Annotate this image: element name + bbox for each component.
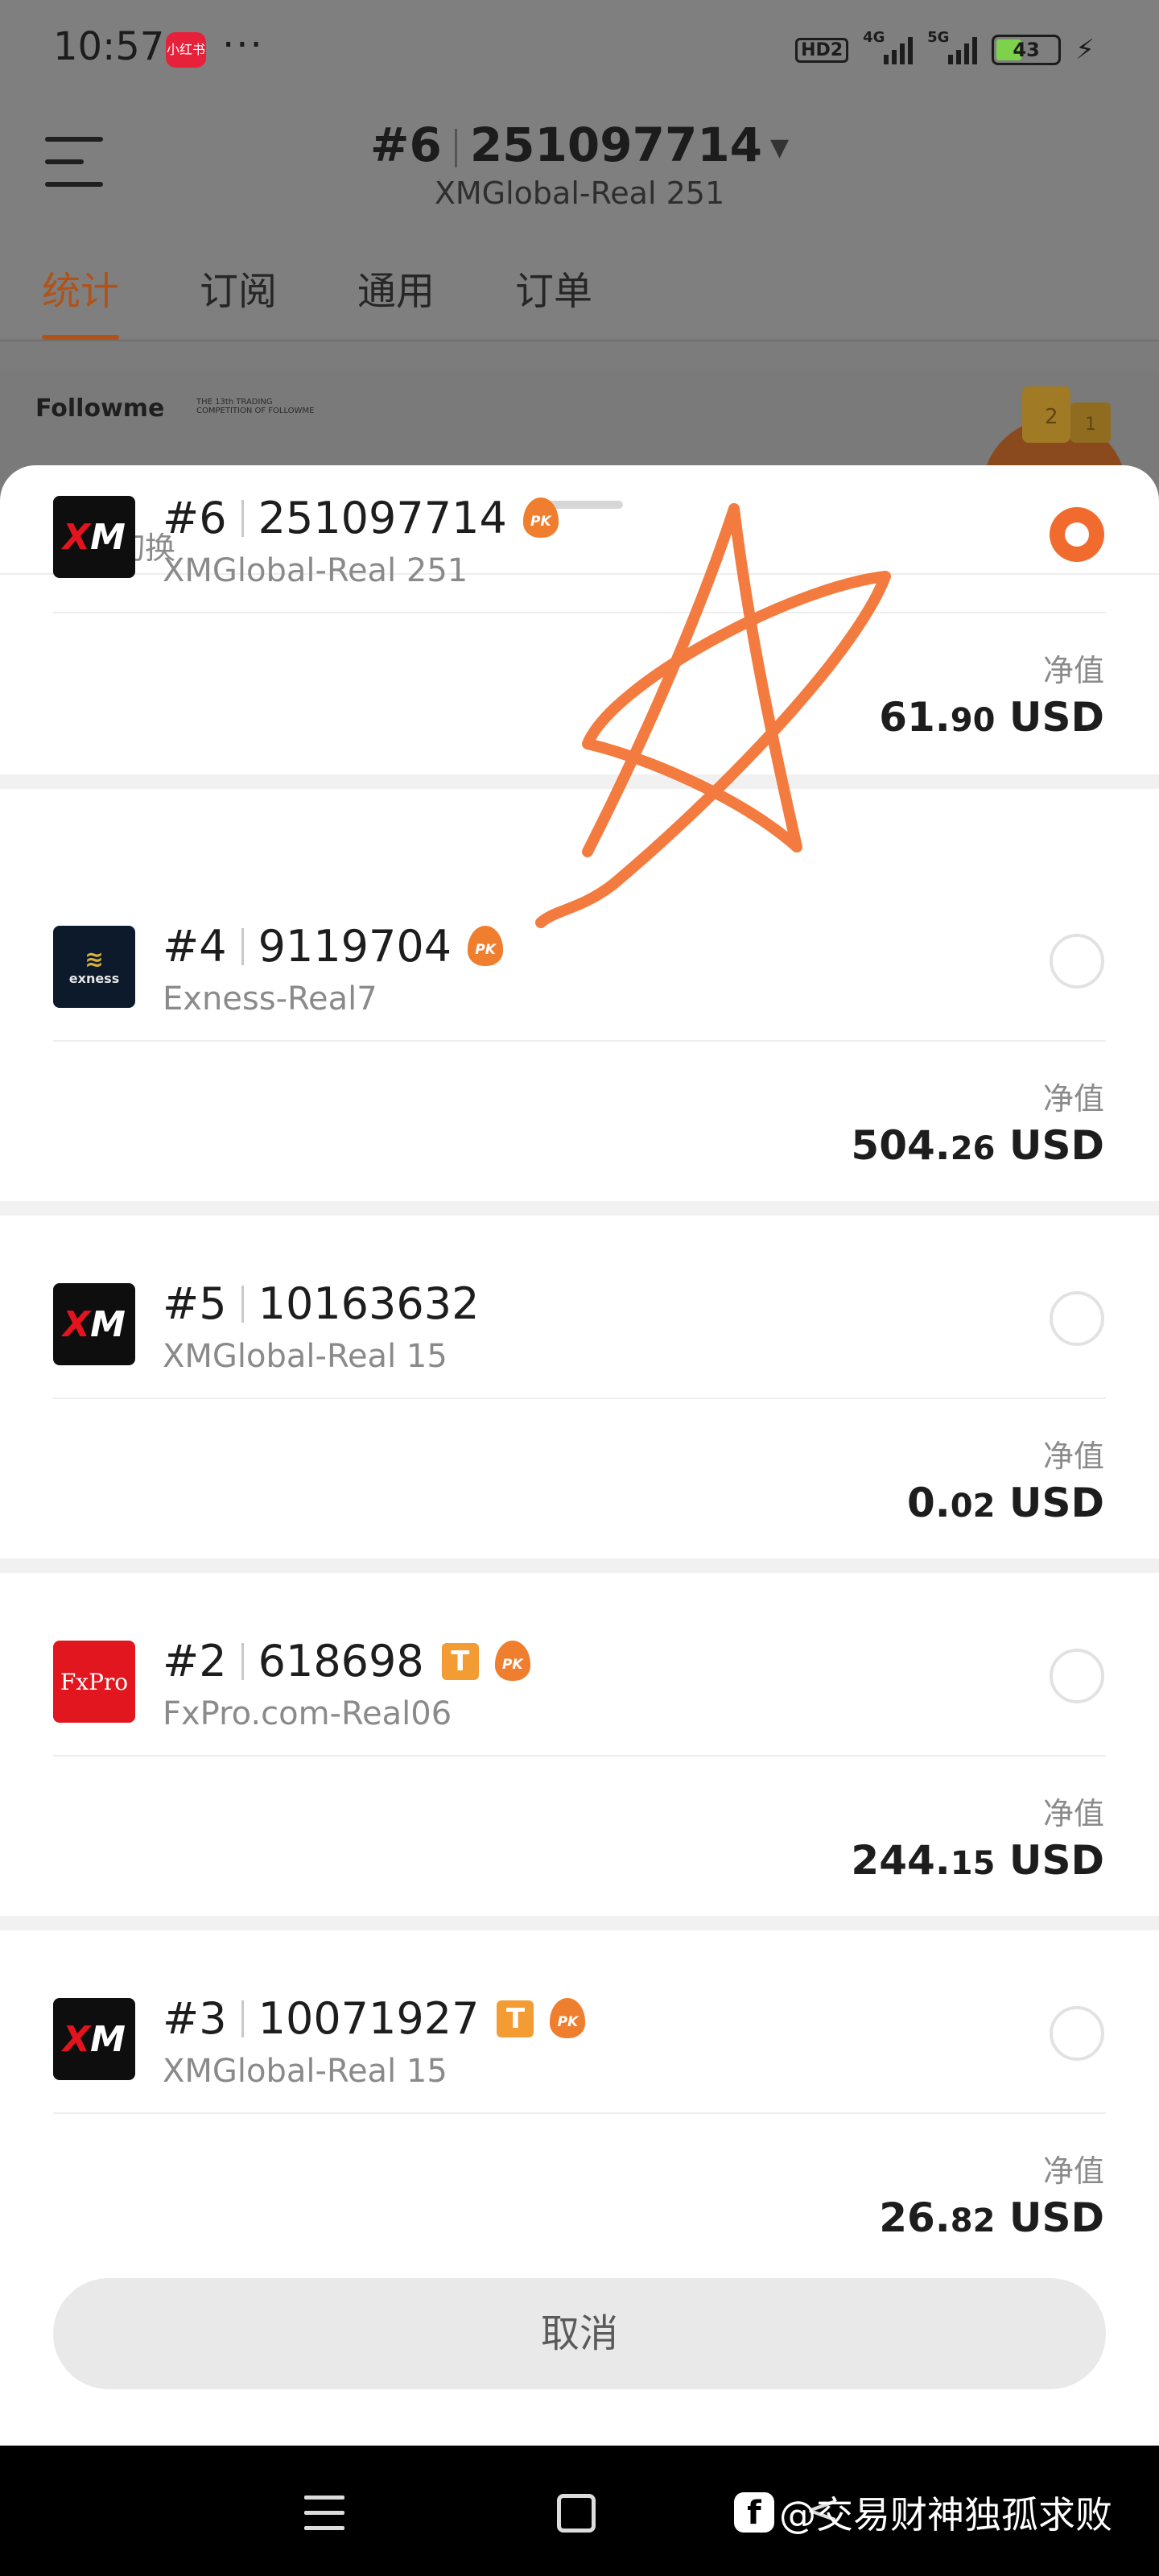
watermark-text: @交易财神独孤求败 <box>779 2493 1112 2537</box>
account-line: #6 251097714 PK <box>163 493 560 543</box>
account-card[interactable]: X M #3 10071927 T PK XMGlobal-Real 15 净值 26.82 U… <box>0 1926 1159 2268</box>
equity-label: 净值 <box>1042 2153 1104 2189</box>
home-icon[interactable] <box>557 2494 596 2533</box>
account-card[interactable]: ≋ exness #4 9119704 PK Exness-Real7 净值 504.26 U… <box>0 853 1159 1196</box>
equity-label: 净值 <box>1042 1439 1104 1474</box>
account-id: 618698 <box>258 1636 424 1686</box>
equity-label: 净值 <box>1042 1796 1104 1831</box>
account-id: 10071927 <box>258 1993 480 2044</box>
account-number: #4 <box>163 921 227 972</box>
account-server: Exness-Real7 <box>163 980 377 1018</box>
equity-value: 504.26 USD <box>851 1122 1104 1169</box>
xm-broker-logo: XM <box>53 496 135 578</box>
account-id: 10163632 <box>258 1278 480 1329</box>
recent-apps-icon[interactable] <box>304 2496 344 2531</box>
svg-text:1: 1 <box>1085 415 1096 435</box>
equity-value: 244.15 USD <box>851 1837 1104 1884</box>
battery-level: 43 <box>1013 39 1040 61</box>
tab-1[interactable]: 订阅 <box>200 259 277 340</box>
fxpro-broker-logo: FxPro <box>53 1641 135 1723</box>
account-title-dropdown[interactable]: #6 251097714 ▼ <box>0 118 1159 172</box>
signal-5g-icon: 5G <box>927 29 978 64</box>
tab-bar: 统计 订阅 通用 订单 <box>42 259 592 340</box>
pk-flame-icon: PK <box>548 1997 587 2040</box>
equity-value: 61.90 USD <box>879 694 1104 741</box>
tab-0[interactable]: 统计 <box>42 259 120 340</box>
more-notifications-icon: ··· <box>222 23 264 68</box>
charging-icon: ⚡ <box>1075 34 1095 66</box>
account-switch-sheet: 账户切换 XM#6251097714PKXMGlobal-Real 251净值6… <box>0 465 1159 2446</box>
account-server: FxPro.com-Real06 <box>163 1695 452 1732</box>
account-card[interactable]: X M #5 10163632 XMGlobal-Real 15 净值 0.02 USD <box>0 1211 1159 1554</box>
xiaohongshu-app-icon: 小红书 <box>166 32 206 68</box>
equity-value: 26.82 USD <box>879 2194 1104 2241</box>
equity-label: 净值 <box>1042 1081 1104 1117</box>
account-number: #6 <box>163 493 227 543</box>
account-line: #2 618698 T PK <box>163 1636 532 1686</box>
account-server: XMGlobal-Real 251 <box>163 552 468 589</box>
account-server: XMGlobal-Real 15 <box>163 2053 448 2090</box>
signal-4g-icon: 4G <box>863 29 914 64</box>
t-badge: T <box>497 2000 534 2037</box>
xiaohongshu-logo-icon: f <box>734 2492 774 2533</box>
pk-flame-icon: PK <box>522 497 560 539</box>
battery-icon: 43 <box>992 35 1062 65</box>
account-id: 251097714 <box>469 118 763 172</box>
status-bar: 10:57 小红书 ··· HD2 4G 5G 43 ⚡ <box>0 0 1159 97</box>
account-line: #3 10071927 T PK <box>163 1993 587 2044</box>
account-number: #3 <box>163 1993 227 2044</box>
cancel-button[interactable]: 取消 <box>53 2278 1106 2389</box>
pk-flame-icon: PK <box>466 925 505 968</box>
equity-label: 净值 <box>1042 653 1104 688</box>
followme-logo: Followme <box>35 394 165 423</box>
status-time: 10:57 <box>53 24 165 69</box>
account-number: #2 <box>163 1636 227 1686</box>
exness-broker-logo: ≋ exness <box>53 926 135 1008</box>
tab-2[interactable]: 通用 <box>357 259 435 340</box>
account-line: #4 9119704 PK <box>163 921 505 972</box>
account-card[interactable]: FxPro #2 618698 T PK FxPro.com-Real06 净值 244.15… <box>0 1568 1159 1911</box>
xm-broker-logo: XM <box>53 1998 135 2080</box>
account-server: XMGlobal-Real 251 <box>434 175 725 211</box>
account-radio[interactable] <box>1050 2006 1104 2061</box>
t-badge: T <box>441 1642 479 1680</box>
watermark: f @交易财神独孤求败 <box>734 2486 1112 2539</box>
svg-text:2: 2 <box>1045 405 1058 429</box>
account-line: #5 10163632 <box>163 1278 479 1329</box>
system-nav-bar: < f @交易财神独孤求败 <box>0 2446 1159 2576</box>
pk-flame-icon: PK <box>493 1640 532 1682</box>
account-radio[interactable] <box>1050 934 1104 989</box>
banner-caption: THE 13th TRADING COMPETITION OF FOLLOWME <box>196 398 315 415</box>
hd-voice-icon: HD2 <box>795 37 849 63</box>
tab-3[interactable]: 订单 <box>515 259 592 340</box>
card-separator <box>0 774 1159 789</box>
account-number: #5 <box>163 1278 227 1329</box>
account-id: 251097714 <box>258 493 507 543</box>
account-number: #6 <box>369 118 442 172</box>
dropdown-caret-icon: ▼ <box>770 134 790 163</box>
equity-value: 0.02 USD <box>906 1480 1104 1526</box>
account-radio[interactable] <box>1050 507 1104 562</box>
account-radio[interactable] <box>1050 1291 1104 1346</box>
account-id: 9119704 <box>258 921 452 972</box>
xm-broker-logo: XM <box>53 1283 135 1365</box>
account-radio[interactable] <box>1050 1649 1104 1703</box>
account-server: XMGlobal-Real 15 <box>163 1338 448 1375</box>
